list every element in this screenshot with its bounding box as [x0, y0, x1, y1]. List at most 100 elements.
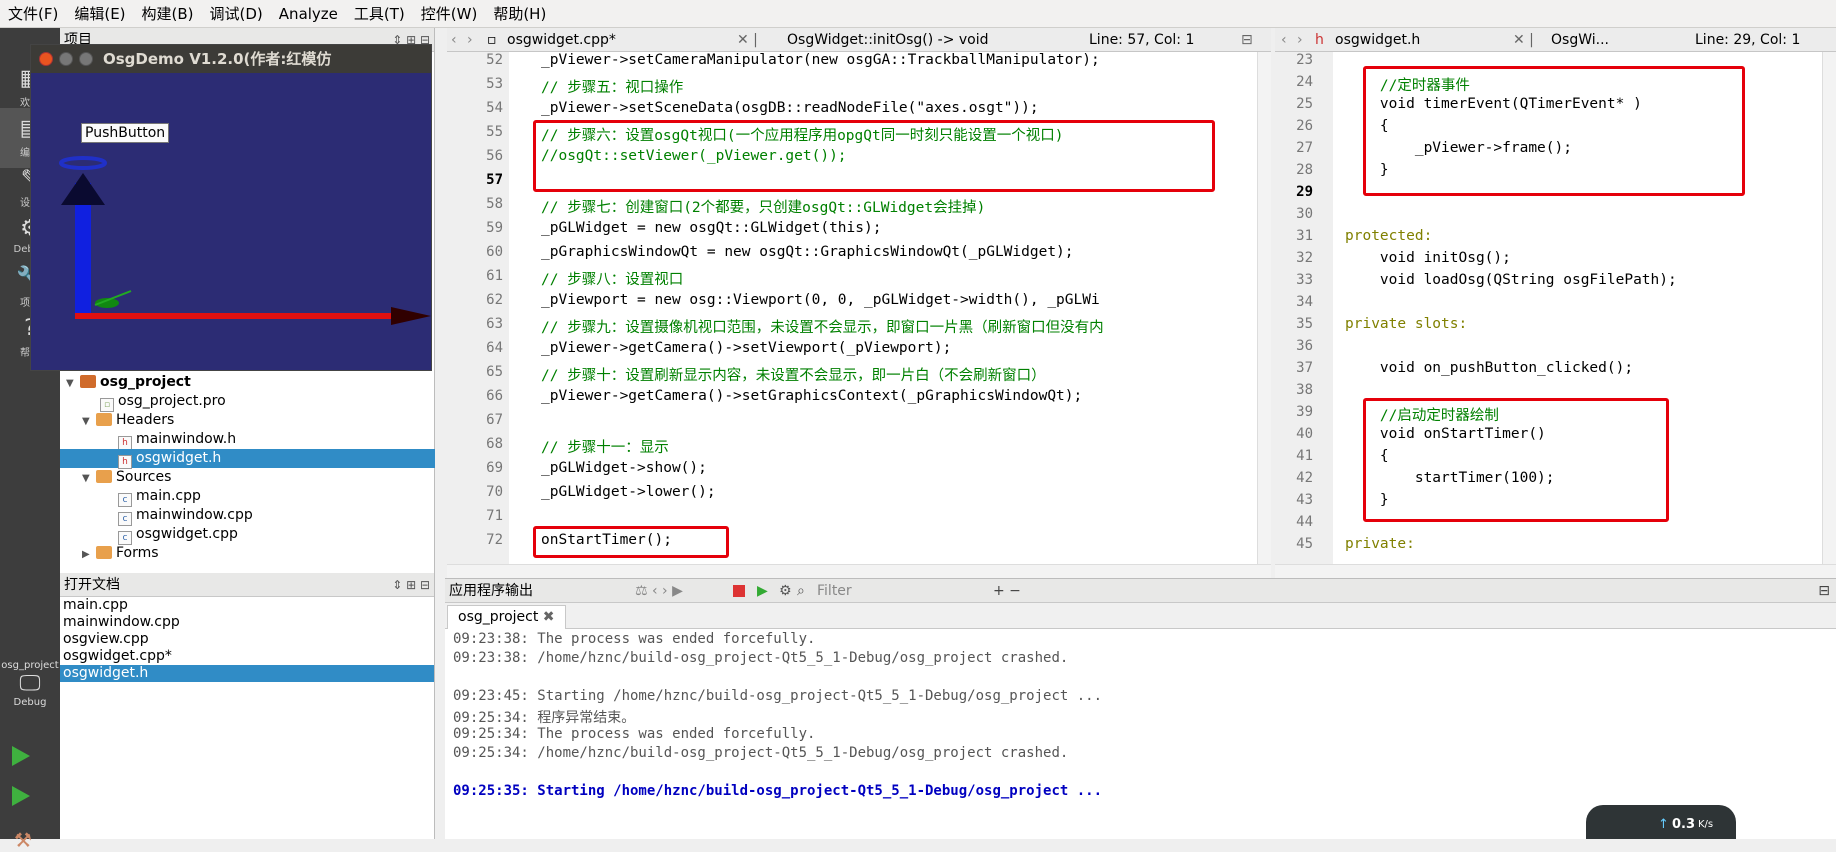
output-title: 应用程序输出 [449, 583, 533, 599]
open-document-item[interactable]: mainwindow.cpp [60, 614, 434, 631]
line-number: 32 [1296, 250, 1313, 266]
close-tab-icon[interactable]: ✖ [543, 609, 555, 625]
output-toolbar: 应用程序输出 ⚖ ‹ › ▶ ▶ ⚙ ⌕ Filter + − ⊟ [445, 579, 1836, 603]
open-document-item[interactable]: main.cpp [60, 597, 434, 614]
tree-item[interactable]: ▼ osg_project [60, 373, 435, 392]
menu-help[interactable]: 帮助(H) [485, 0, 554, 28]
add-remove-icons[interactable]: + − [993, 579, 1021, 603]
log-line: 09:23:38: /home/hznc/build-osg_project-Q… [453, 650, 1069, 666]
line-number: 64 [486, 340, 503, 356]
tree-item[interactable]: ▼ Headers [60, 411, 435, 430]
push-button[interactable]: PushButton [81, 123, 170, 143]
nav-forward-icon[interactable]: › [467, 28, 473, 51]
line-number: 55 [486, 124, 503, 140]
tab-osg-project[interactable]: osg_project ✖ [447, 605, 566, 629]
function-selector[interactable]: OsgWi... [1551, 28, 1609, 51]
line-number: 60 [486, 244, 503, 260]
open-documents-panel: 打开文档 ⇕ ⊞ ⊟ main.cpp mainwindow.cpp osgvi… [60, 573, 435, 839]
code-line: protected: [1345, 228, 1433, 244]
menu-file[interactable]: 文件(F) [0, 0, 66, 28]
code-line: // 步骤五：视口操作 [541, 80, 684, 96]
nav-forward-icon[interactable]: › [1297, 28, 1303, 51]
build-hammer-icon[interactable]: ⚒ [14, 828, 32, 852]
close-file-icon[interactable]: ✕ | [737, 28, 758, 51]
line-number: 58 [486, 196, 503, 212]
menu-analyze[interactable]: Analyze [271, 0, 346, 28]
tree-item[interactable]: h osgwidget.h [60, 449, 435, 469]
tree-item[interactable]: ▫ osg_project.pro [60, 392, 435, 412]
nav-back-icon[interactable]: ‹ [1281, 28, 1287, 51]
horizontal-scrollbar[interactable] [447, 564, 1271, 578]
editor-toolbar: ‹ › ▫ osgwidget.cpp* ✕ | OsgWidget::init… [447, 28, 1271, 52]
maximize-icon[interactable] [79, 52, 93, 66]
line-number: 65 [486, 364, 503, 380]
horizontal-scrollbar[interactable] [1275, 564, 1836, 578]
file-selector[interactable]: osgwidget.cpp* [507, 28, 616, 51]
line-number: 26 [1296, 118, 1313, 134]
log-line: 09:25:34: 程序异常结束。 [453, 710, 636, 726]
tree-item-label: mainwindow.cpp [136, 507, 253, 523]
highlight-box [1363, 66, 1745, 196]
pro-file-icon: ▫ [100, 398, 114, 412]
line-number: 29 [1296, 184, 1313, 200]
code-area[interactable]: //定时器事件 void timerEvent(QTimerEvent* ) {… [1333, 52, 1822, 564]
line-number: 31 [1296, 228, 1313, 244]
tab-label: osg_project [458, 609, 539, 625]
folder-icon [96, 546, 112, 559]
project-tree: ▼ osg_project ▫ osg_project.pro ▼ Headers h… [60, 373, 435, 563]
tree-item[interactable]: h mainwindow.h [60, 430, 435, 450]
nav-back-icon[interactable]: ‹ [451, 28, 457, 51]
log-line: 09:25:34: The process was ended forceful… [453, 726, 816, 742]
function-selector[interactable]: OsgWidget::initOsg() -> void [787, 28, 989, 51]
menu-edit[interactable]: 编辑(E) [66, 0, 133, 28]
tree-item[interactable]: c osgwidget.cpp [60, 525, 435, 545]
filter-input[interactable]: Filter [817, 579, 852, 603]
run-icon[interactable] [12, 746, 30, 766]
open-document-item[interactable]: osgwidget.h [60, 665, 434, 682]
open-document-item[interactable]: osgview.cpp [60, 631, 434, 648]
close-file-icon[interactable]: ✕ | [1513, 28, 1534, 51]
close-icon[interactable] [39, 52, 53, 66]
menu-widgets[interactable]: 控件(W) [413, 0, 486, 28]
debug-run-icon[interactable] [12, 786, 30, 806]
folder-icon [96, 413, 112, 426]
file-selector[interactable]: osgwidget.h [1335, 28, 1420, 51]
tree-item-label: osg_project.pro [118, 393, 226, 409]
folder-icon [96, 470, 112, 483]
vertical-scrollbar[interactable] [1822, 52, 1836, 564]
minimize-icon[interactable] [59, 52, 73, 66]
menu-debug[interactable]: 调试(D) [202, 0, 271, 28]
cpp-file-icon: ▫ [487, 32, 497, 48]
stop-icon[interactable] [733, 585, 745, 597]
code-line: // 步骤八：设置视口 [541, 272, 684, 288]
split-icon[interactable]: ⊟ [1241, 28, 1253, 51]
menu-build[interactable]: 构建(B) [134, 0, 202, 28]
output-nav-icons[interactable]: ⚖ ‹ › ▶ [635, 579, 683, 603]
expand-arrow-icon[interactable]: ▼ [66, 374, 80, 393]
osg-viewport[interactable]: PushButton [31, 73, 431, 370]
menu-tools[interactable]: 工具(T) [346, 0, 413, 28]
line-number-gutter: 52 53 54 55 56 57 58 59 60 61 62 63 64 6… [447, 52, 509, 564]
tree-item[interactable]: c mainwindow.cpp [60, 506, 435, 526]
expand-arrow-icon[interactable]: ▼ [82, 412, 96, 431]
expand-arrow-icon[interactable]: ▼ [82, 469, 96, 488]
osg-window-titlebar[interactable]: OsgDemo V1.2.0(作者:红模仿 QQ21497936 博 [31, 45, 431, 96]
rerun-icon[interactable]: ▶ [757, 579, 768, 603]
panel-controls-icon[interactable]: ⇕ ⊞ ⊟ [392, 573, 430, 597]
line-number: 66 [486, 388, 503, 404]
tree-item[interactable]: ▼ Sources [60, 468, 435, 487]
tree-item[interactable]: ▶ Forms [60, 544, 435, 563]
code-area[interactable]: _pViewer->setCameraManipulator(new osgGA… [509, 52, 1257, 564]
tree-item-label: osgwidget.cpp [136, 526, 238, 542]
monitor-icon: 🖵 [19, 671, 41, 696]
panel-controls-icon[interactable]: ⊟ [1818, 579, 1830, 603]
tree-item[interactable]: c main.cpp [60, 487, 435, 507]
gear-icon[interactable]: ⚙ [779, 579, 792, 603]
collapse-arrow-icon[interactable]: ▶ [82, 545, 96, 564]
open-documents-title: 打开文档 [64, 577, 120, 593]
vertical-scrollbar[interactable] [1257, 52, 1271, 564]
line-number: 41 [1296, 448, 1313, 464]
code-line: _pGraphicsWindowQt = new osgQt::Graphics… [541, 244, 1074, 260]
kit-selector[interactable]: osg_project 🖵 Debug [0, 660, 60, 708]
open-document-item[interactable]: osgwidget.cpp* [60, 648, 434, 665]
